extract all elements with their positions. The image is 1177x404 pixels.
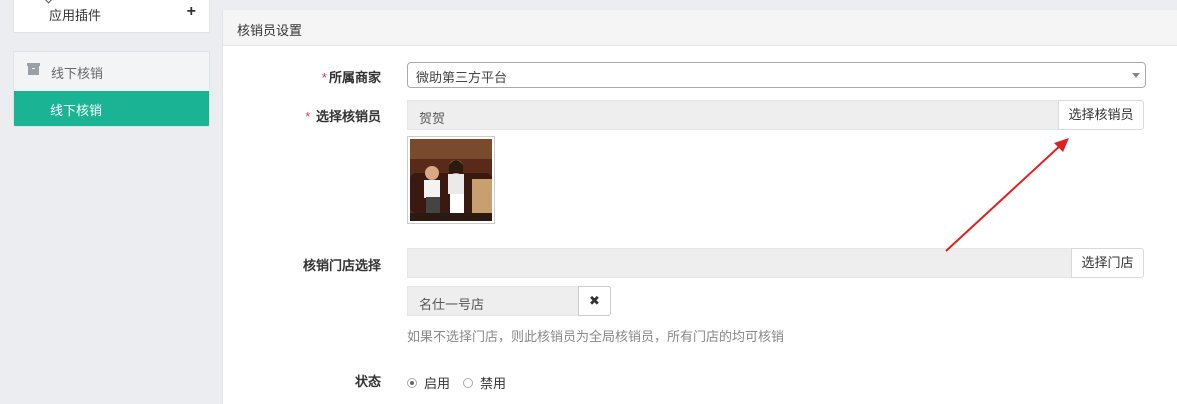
menu-group-header[interactable]: 线下核销 — [14, 52, 209, 91]
selected-store-field: 名仕一号店 — [407, 286, 580, 316]
select-clerk-button[interactable]: 选择核销员 — [1058, 100, 1144, 130]
sidebar: 应用插件 + 线下核销 线下核销 — [0, 0, 222, 404]
store-hint: 如果不选择门店，则此核销员为全局核销员，所有门店的均可核销 — [407, 329, 785, 344]
clerk-input-group: 贺贺 选择核销员 — [407, 100, 1145, 130]
merchant-select-value: 微助第三方平台 — [416, 70, 508, 85]
sidebar-item-label: 线下核销 — [50, 103, 103, 118]
caret-down-icon — [1132, 73, 1140, 78]
plugins-label: 应用插件 — [49, 8, 102, 23]
clerk-field[interactable]: 贺贺 — [407, 100, 1059, 130]
required-mark: * — [305, 109, 311, 124]
store-input-group: 选择门店 — [407, 248, 1145, 278]
store-label: 核销门店选择 — [302, 258, 381, 273]
clerk-avatar-image — [410, 139, 492, 221]
panel-title: 核销员设置 — [237, 23, 303, 38]
sidebar-item-offline-verify[interactable]: 线下核销 — [14, 91, 209, 126]
clerk-label: * 选择核销员 — [305, 109, 381, 124]
select-store-button[interactable]: 选择门店 — [1071, 248, 1144, 278]
remove-store-button[interactable]: ✖ — [578, 286, 611, 316]
merchant-select[interactable]: 微助第三方平台 — [407, 62, 1146, 88]
merchant-label: * 所属商家 — [321, 70, 381, 85]
selected-store-name: 名仕一号店 — [419, 297, 485, 312]
main-panel: 核销员设置 * 所属商家 微助第三方平台 * 选择核销员 贺贺 选择核销员 核销… — [222, 10, 1177, 404]
selected-store-tag: 名仕一号店 ✖ — [407, 286, 611, 316]
radio-unchecked-icon[interactable] — [463, 377, 473, 388]
plugins-card[interactable]: 应用插件 + — [13, 0, 210, 33]
chevron-down-icon — [43, 0, 54, 4]
archive-icon — [27, 63, 40, 75]
required-mark: * — [321, 70, 327, 85]
radio-label-enable: 启用 — [424, 376, 451, 391]
status-radio-enable[interactable]: 启用 — [407, 373, 450, 392]
status-radio-disable[interactable]: 禁用 — [463, 373, 506, 392]
clerk-avatar — [407, 136, 495, 224]
clerk-value: 贺贺 — [419, 111, 446, 126]
panel-header: 核销员设置 — [223, 10, 1177, 46]
store-field[interactable] — [407, 248, 1072, 278]
status-label: 状态 — [354, 374, 381, 389]
offline-verify-menu: 线下核销 线下核销 — [13, 51, 210, 127]
plus-icon[interactable]: + — [187, 4, 196, 20]
radio-label-disable: 禁用 — [480, 376, 507, 391]
menu-group-title: 线下核销 — [51, 66, 104, 81]
radio-checked-icon[interactable] — [407, 377, 417, 388]
